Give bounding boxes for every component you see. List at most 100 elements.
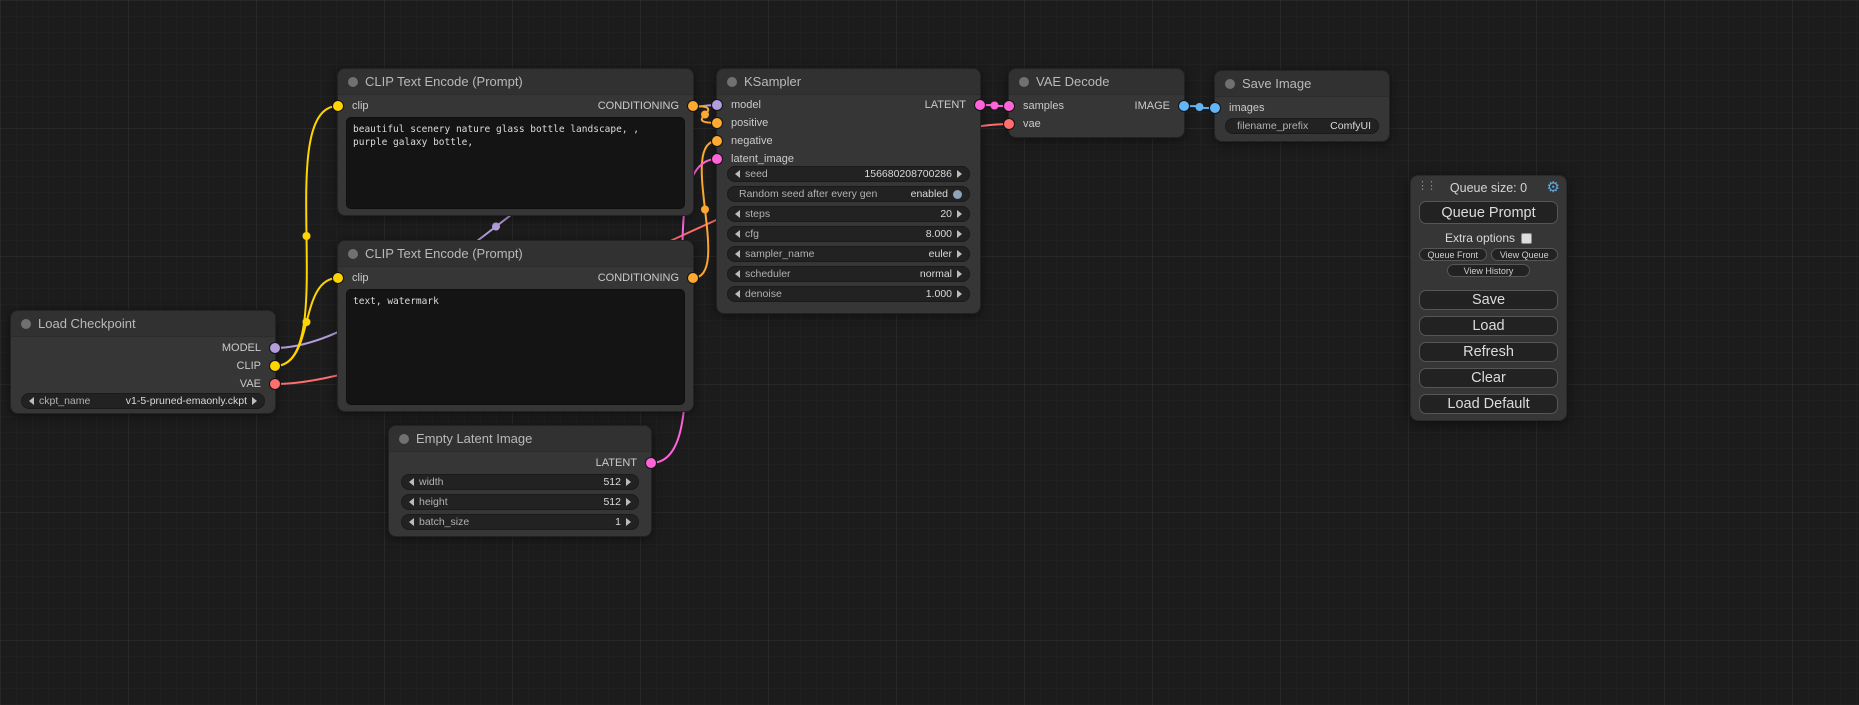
node-title-bar[interactable]: CLIP Text Encode (Prompt) (338, 241, 693, 267)
vae-input-dot[interactable] (1004, 119, 1014, 129)
increment-arrow-icon[interactable] (957, 270, 962, 278)
port-label: vae (1023, 118, 1041, 130)
negative-prompt-textarea[interactable]: text, watermark (346, 289, 685, 405)
collapse-icon[interactable] (348, 249, 358, 259)
vae-output-dot[interactable] (270, 379, 280, 389)
input-port-negative: negative (717, 132, 875, 150)
decrement-arrow-icon[interactable] (409, 498, 414, 506)
extra-options-row: Extra options (1411, 231, 1566, 245)
decrement-arrow-icon[interactable] (409, 518, 414, 526)
refresh-button[interactable]: Refresh (1419, 342, 1558, 362)
extra-options-checkbox[interactable] (1521, 233, 1532, 244)
node-title-bar[interactable]: Empty Latent Image (389, 426, 651, 452)
increment-arrow-icon[interactable] (957, 230, 962, 238)
node-empty-latent-image[interactable]: Empty Latent Image LATENT width 512 heig… (388, 425, 652, 537)
collapse-icon[interactable] (21, 319, 31, 329)
latent-output-dot[interactable] (975, 100, 985, 110)
positive-input-dot[interactable] (712, 118, 722, 128)
decrement-arrow-icon[interactable] (735, 290, 740, 298)
clear-button[interactable]: Clear (1419, 368, 1558, 388)
increment-arrow-icon[interactable] (626, 498, 631, 506)
latent-output-dot[interactable] (646, 458, 656, 468)
node-title-bar[interactable]: CLIP Text Encode (Prompt) (338, 69, 693, 95)
images-input-dot[interactable] (1210, 103, 1220, 113)
output-port-clip: CLIP (237, 357, 275, 375)
widget-label: seed (745, 168, 768, 180)
queue-prompt-button[interactable]: Queue Prompt (1419, 201, 1558, 224)
queue-size-label: Queue size: 0 (1411, 181, 1566, 195)
filename-prefix-field[interactable]: filename_prefix ComfyUI (1225, 118, 1379, 134)
decrement-arrow-icon[interactable] (409, 478, 414, 486)
image-output-dot[interactable] (1179, 101, 1189, 111)
clip-input-dot[interactable] (333, 101, 343, 111)
random-seed-toggle[interactable]: Random seed after every gen enabled (727, 186, 970, 202)
save-button[interactable]: Save (1419, 290, 1558, 310)
ckpt-name-combo[interactable]: ckpt_name v1-5-pruned-emaonly.ckpt (21, 393, 265, 409)
output-port-model: MODEL (222, 339, 275, 357)
increment-arrow-icon[interactable] (957, 250, 962, 258)
model-input-dot[interactable] (712, 100, 722, 110)
increment-arrow-icon[interactable] (957, 210, 962, 218)
node-title-bar[interactable]: VAE Decode (1009, 69, 1184, 95)
node-clip-text-encode-positive[interactable]: CLIP Text Encode (Prompt) clip CONDITION… (337, 68, 694, 216)
node-load-checkpoint[interactable]: Load Checkpoint MODEL CLIP VAE ckpt_name… (10, 310, 276, 414)
port-label: CONDITIONING (598, 272, 679, 284)
view-history-button[interactable]: View History (1447, 264, 1530, 277)
node-title-bar[interactable]: Load Checkpoint (11, 311, 275, 337)
clip-input-dot[interactable] (333, 273, 343, 283)
increment-arrow-icon[interactable] (957, 170, 962, 178)
batch-size-stepper[interactable]: batch_size 1 (401, 514, 639, 530)
widget-value: 8.000 (926, 228, 952, 240)
height-stepper[interactable]: height 512 (401, 494, 639, 510)
settings-gear-icon[interactable]: ⚙ (1547, 178, 1560, 198)
widget-label: filename_prefix (1233, 120, 1308, 132)
collapse-icon[interactable] (348, 77, 358, 87)
latent-image-input-dot[interactable] (712, 154, 722, 164)
decrement-arrow-icon[interactable] (735, 210, 740, 218)
load-button[interactable]: Load (1419, 316, 1558, 336)
seed-stepper[interactable]: seed 156680208700286 (727, 166, 970, 182)
collapse-icon[interactable] (1019, 77, 1029, 87)
node-graph-canvas[interactable]: Load Checkpoint MODEL CLIP VAE ckpt_name… (0, 0, 1859, 705)
queue-front-button[interactable]: Queue Front (1419, 248, 1487, 261)
node-vae-decode[interactable]: VAE Decode samples IMAGE vae (1008, 68, 1185, 138)
decrement-arrow-icon[interactable] (735, 270, 740, 278)
decrement-arrow-icon[interactable] (735, 250, 740, 258)
node-ksampler[interactable]: KSampler model LATENT positive negative … (716, 68, 981, 314)
sampler-name-combo[interactable]: sampler_name euler (727, 246, 970, 262)
increment-arrow-icon[interactable] (626, 518, 631, 526)
clip-output-dot[interactable] (270, 361, 280, 371)
increment-arrow-icon[interactable] (957, 290, 962, 298)
decrement-arrow-icon[interactable] (29, 397, 34, 405)
cfg-stepper[interactable]: cfg 8.000 (727, 226, 970, 242)
node-clip-text-encode-negative[interactable]: CLIP Text Encode (Prompt) clip CONDITION… (337, 240, 694, 412)
collapse-icon[interactable] (727, 77, 737, 87)
node-title-bar[interactable]: KSampler (717, 69, 980, 95)
negative-input-dot[interactable] (712, 136, 722, 146)
toggle-on-icon[interactable] (953, 190, 962, 199)
scheduler-combo[interactable]: scheduler normal (727, 266, 970, 282)
increment-arrow-icon[interactable] (252, 397, 257, 405)
steps-stepper[interactable]: steps 20 (727, 206, 970, 222)
denoise-stepper[interactable]: denoise 1.000 (727, 286, 970, 302)
conditioning-output-dot[interactable] (688, 273, 698, 283)
positive-prompt-textarea[interactable]: beautiful scenery nature glass bottle la… (346, 117, 685, 209)
widget-label: sampler_name (745, 248, 814, 260)
port-row: clip CONDITIONING (338, 269, 693, 287)
decrement-arrow-icon[interactable] (735, 230, 740, 238)
conditioning-output-dot[interactable] (688, 101, 698, 111)
samples-input-dot[interactable] (1004, 101, 1014, 111)
width-stepper[interactable]: width 512 (401, 474, 639, 490)
port-label: model (731, 99, 761, 111)
view-queue-button[interactable]: View Queue (1491, 248, 1559, 261)
increment-arrow-icon[interactable] (626, 478, 631, 486)
collapse-icon[interactable] (1225, 79, 1235, 89)
collapse-icon[interactable] (399, 434, 409, 444)
node-title: Save Image (1242, 76, 1311, 91)
node-title-bar[interactable]: Save Image (1215, 71, 1389, 97)
node-title: VAE Decode (1036, 74, 1109, 89)
load-default-button[interactable]: Load Default (1419, 394, 1558, 414)
decrement-arrow-icon[interactable] (735, 170, 740, 178)
model-output-dot[interactable] (270, 343, 280, 353)
node-save-image[interactable]: Save Image images filename_prefix ComfyU… (1214, 70, 1390, 142)
